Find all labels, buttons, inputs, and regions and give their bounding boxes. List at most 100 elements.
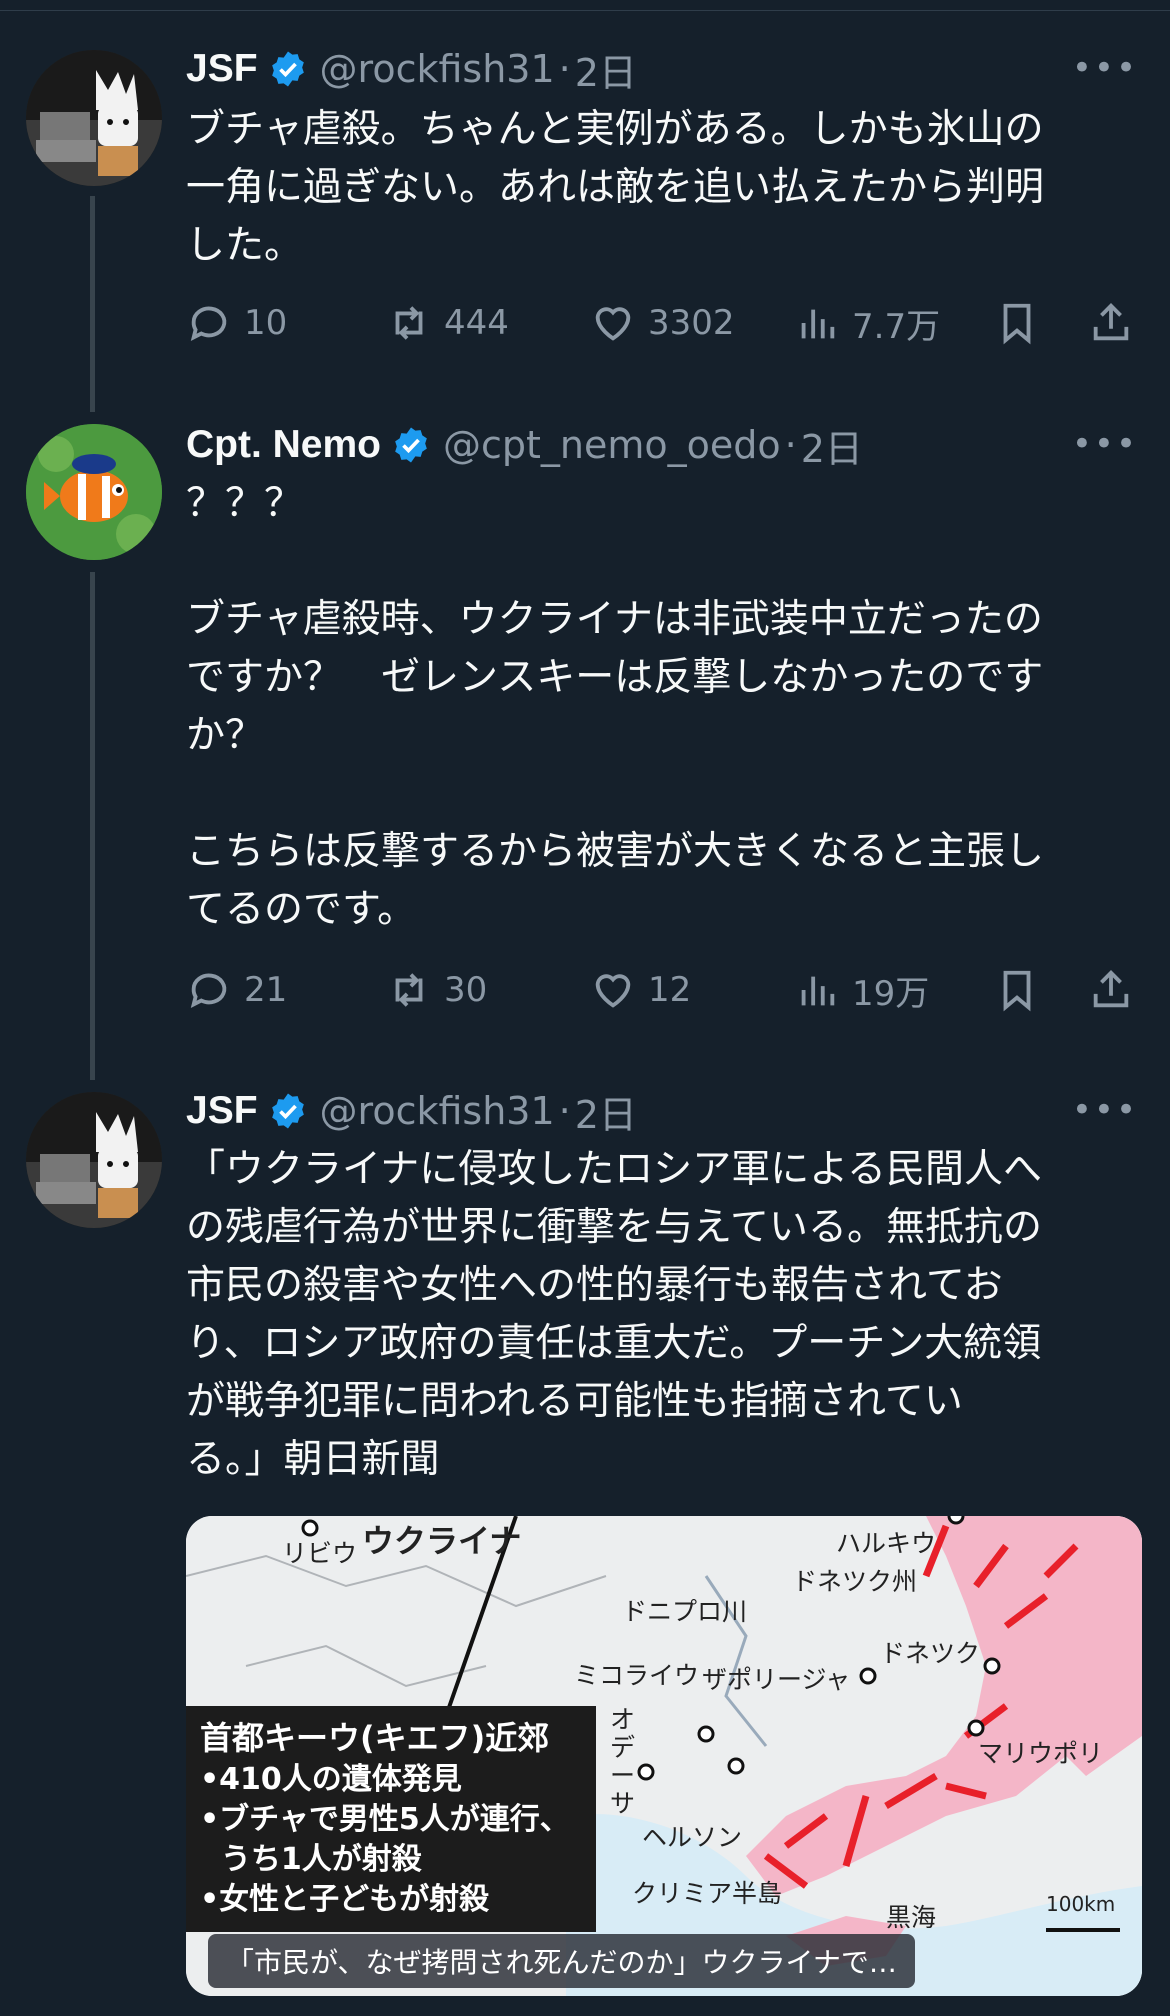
verified-badge-icon [271,51,304,87]
reply-icon [190,973,227,1008]
tweet-text-line: か？ [186,713,265,758]
author-handle[interactable]: @rockfish31 [320,1089,555,1133]
reply-count: 10 [244,303,288,343]
bookmark-button[interactable] [994,293,1040,353]
top-divider [0,10,1170,11]
legend-item: うち1人が射殺 [200,1842,422,1877]
more-options-icon[interactable]: ••• [1072,48,1138,88]
map-label-crimea: クリミア半島 [632,1879,783,1908]
verified-badge-icon [395,427,427,463]
map-label-mariupol: マリウポリ [978,1739,1104,1768]
map-label-mykolaiv: ミコライウ [574,1661,700,1690]
reply-button[interactable]: 10 [186,293,287,353]
timestamp[interactable]: 2日 [801,418,863,473]
like-count: 12 [648,970,692,1010]
tweet-text-line: ブチャ虐殺時、ウクライナは非武装中立だったの [186,597,1043,642]
timestamp[interactable]: 2日 [575,1084,637,1139]
map-label-black-sea: 黒海 [886,1903,937,1932]
like-button[interactable]: 3302 [590,293,735,353]
author-name[interactable]: Cpt. Nemo [186,423,381,467]
tweet-text: ？？？ ブチャ虐殺時、ウクライナは非武装中立だったの ですか？ ゼレンスキーは反… [186,475,1116,939]
share-icon [1093,970,1129,1008]
tweet-text-line: り、ロシア政府の責任は重大だ。プーチン大統領 [186,1321,1042,1366]
tweet-text-line: した。 [186,223,304,268]
legend-item: •ブチャで男性5人が連行、 [200,1802,570,1837]
map-label-kherson: ヘルソン [642,1823,743,1852]
tweet-header: JSF @rockfish31 · 2日 [186,1084,637,1139]
link-card[interactable]: リビウ ウクライナ ハルキウ ドネツク州 ドニプロ川 ドネツク ミコライウ ザポ… [186,1516,1142,1996]
tweet-text-line: こちらは反撃するから被害が大きくなると主張し [186,829,1045,874]
heart-icon [595,307,631,341]
retweet-button[interactable]: 30 [386,960,487,1020]
tweet-text-line: ？？？ [186,481,304,526]
timestamp[interactable]: 2日 [575,42,637,97]
views-chart-icon [801,976,835,1006]
author-name[interactable]: JSF [186,47,258,91]
tweet-text-line: ですか？ ゼレンスキーは反撃しなかったのです [186,655,1044,700]
more-options-icon[interactable]: ••• [1072,1090,1138,1130]
tweet-text-line: てるのです。 [186,887,417,932]
share-button[interactable] [1088,293,1134,353]
views-button[interactable]: 19万 [794,960,929,1020]
view-count: 19万 [852,973,930,1014]
reply-count: 21 [244,970,288,1010]
tweet-text-line: ブチャ虐殺。ちゃんと実例がある。しかも氷山の [186,107,1044,152]
views-button[interactable]: 7.7万 [794,293,940,353]
legend-item: •女性と子どもが射殺 [200,1882,490,1917]
map-scale: 100km [1046,1892,1116,1916]
views-chart-icon [801,309,835,339]
map-label-ukraine: ウクライナ [362,1522,522,1560]
retweet-icon [395,973,423,1007]
avatar[interactable] [26,424,162,560]
tweet-text: 「ウクライナに侵攻したロシア軍による民間人へ の残虐行為が世界に衝撃を与えている… [186,1141,1116,1489]
retweet-count: 444 [444,303,509,343]
action-bar: 10 444 3302 7.7万 [186,293,1136,353]
clownfish-avatar-icon [26,424,162,560]
tweet-header: Cpt. Nemo @cpt_nemo_oedo · 2日 [186,418,863,473]
share-icon [1093,303,1129,341]
tweet-text-line [186,765,1116,823]
reply-button[interactable]: 21 [186,960,287,1020]
action-bar: 21 30 12 19万 [186,960,1136,1020]
tweet-header: JSF @rockfish31 · 2日 [186,42,637,97]
avatar[interactable] [26,50,162,186]
toro-cat-avatar-icon [26,1092,162,1228]
map-label-donetsk: ドネツク [880,1639,981,1668]
bottom-bar [0,1998,1170,2016]
map-legend: 首都キーウ(キエフ)近郊 •410人の遺体発見 •ブチャで男性5人が連行、 うち… [186,1706,596,1932]
like-count: 3302 [648,303,735,343]
tweet-text-line: が戦争犯罪に問われる可能性も指摘されてい [186,1379,963,1424]
map-label-lviv: リビウ [282,1539,358,1568]
like-button[interactable]: 12 [590,960,691,1020]
map-label-dnipro: ドニプロ川 [622,1597,748,1626]
heart-icon [595,974,631,1008]
thread-line [90,572,95,1080]
separator-dot: · [558,47,571,91]
thread-line [90,196,95,412]
retweet-count: 30 [444,970,488,1010]
tweet-text-line: 「ウクライナに侵攻したロシア軍による民間人へ [186,1147,1043,1192]
toro-cat-avatar-icon [26,50,162,186]
map-label-kharkiv: ハルキウ [836,1529,937,1558]
map-label-odesa: オデーサ [610,1705,636,1818]
reply-icon [190,306,227,341]
tweet-text-line [186,533,1116,591]
author-handle[interactable]: @cpt_nemo_oedo [443,423,781,467]
legend-item: •410人の遺体発見 [200,1762,462,1797]
tweet-text-line: の残虐行為が世界に衝撃を与えている。無抵抗の [186,1205,1043,1250]
bookmark-button[interactable] [994,960,1040,1020]
legend-title: 首都キーウ(キエフ)近郊 [200,1719,550,1757]
tweet-text: ブチャ虐殺。ちゃんと実例がある。しかも氷山の 一角に過ぎない。あれは敵を追い払え… [186,101,1116,275]
separator-dot: · [558,1089,571,1133]
view-count: 7.7万 [852,306,941,347]
retweet-icon [395,306,423,340]
bookmark-icon [1003,303,1031,345]
tweet-text-line: 一角に過ぎない。あれは敵を追い払えたから判明 [186,165,1045,210]
author-handle[interactable]: @rockfish31 [320,47,555,91]
retweet-button[interactable]: 444 [386,293,509,353]
author-name[interactable]: JSF [186,1089,258,1133]
link-card-caption[interactable]: 「市民が、なぜ拷問され死んだのか」ウクライナで… [208,1934,915,1988]
avatar[interactable] [26,1092,162,1228]
share-button[interactable] [1088,960,1134,1020]
more-options-icon[interactable]: ••• [1072,424,1138,464]
